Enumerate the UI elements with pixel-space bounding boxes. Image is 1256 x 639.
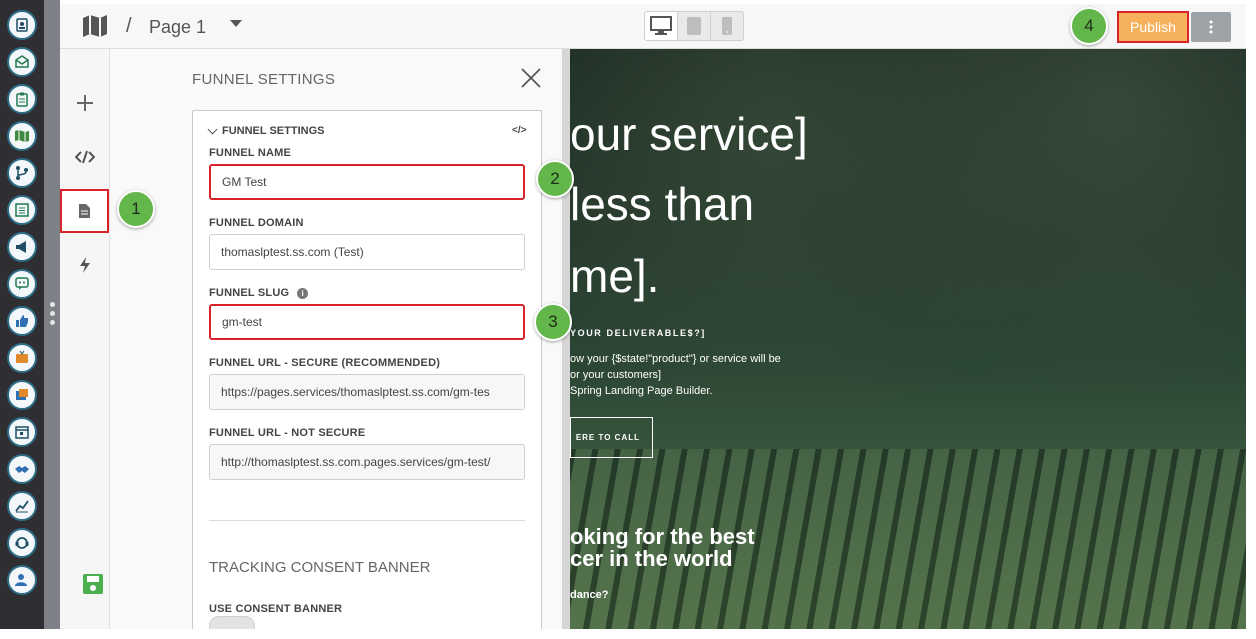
close-panel-button[interactable] (520, 67, 544, 91)
chat-icon[interactable] (7, 269, 37, 299)
user-settings-icon[interactable] (7, 565, 37, 595)
funnel-settings-button[interactable] (60, 189, 109, 233)
page-preview[interactable]: our service] less than me]. YOUR DELIVER… (562, 49, 1246, 629)
lightning-icon (80, 257, 90, 273)
hero-description-line: or your customers] (570, 369, 662, 381)
collapse-toggle[interactable]: FUNNEL SETTINGS (207, 124, 325, 137)
grip-dot (50, 320, 55, 325)
tablet-view-button[interactable] (678, 12, 711, 40)
consent-banner-label: USE CONSENT BANNER (209, 603, 343, 615)
save-icon (83, 574, 103, 594)
hero-heading-line: our service] (570, 108, 808, 160)
vertical-dots-icon (1209, 20, 1213, 34)
funnel-settings-panel: FUNNEL SETTINGS FUNNEL SETTINGS </> FUNN… (110, 49, 562, 629)
app-window: / Page 1 Publish FUNNEL SETTINGS FUNNEL … (0, 0, 1256, 639)
hero-description-line: Spring Landing Page Builder. (570, 385, 713, 397)
tracking-consent-title: TRACKING CONSENT BANNER (209, 559, 431, 576)
device-switcher (644, 11, 744, 41)
thumbs-up-icon[interactable] (7, 306, 37, 336)
breadcrumb-separator: / (126, 15, 132, 37)
section-text: dance? (570, 589, 609, 601)
clipboard-icon[interactable] (7, 84, 37, 114)
funnel-slug-label: FUNNEL SLUG (209, 287, 290, 299)
funnel-map-icon[interactable] (82, 14, 108, 43)
more-options-button[interactable] (1191, 12, 1231, 42)
hero-heading-line: me]. (570, 250, 660, 302)
insecure-url-label: FUNNEL URL - NOT SECURE (209, 427, 366, 439)
page-selector-label[interactable]: Page 1 (149, 17, 206, 38)
add-element-button[interactable] (73, 91, 97, 115)
callout-badge: 3 (534, 303, 572, 341)
handshake-icon[interactable] (7, 454, 37, 484)
save-button[interactable] (82, 573, 104, 600)
grip-dot (50, 302, 55, 307)
custom-code-button[interactable] (73, 145, 97, 169)
section-heading-line: cer in the world (570, 546, 733, 571)
chevron-down-icon (207, 124, 218, 134)
mobile-view-button[interactable] (711, 12, 743, 40)
secure-url-field[interactable]: https://pages.services/thomaslptest.ss.c… (209, 374, 525, 410)
tablet-icon (687, 17, 701, 35)
screenshot-margin (1246, 0, 1256, 639)
calendar-icon[interactable] (7, 417, 37, 447)
hero-description-line: ow your {$state!"product"} or service wi… (570, 353, 781, 365)
megaphone-icon[interactable] (7, 232, 37, 262)
funnel-settings-card: FUNNEL SETTINGS </> FUNNEL NAME GM Test … (192, 110, 542, 629)
panel-title: FUNNEL SETTINGS (192, 71, 336, 88)
callout-badge: 4 (1070, 7, 1108, 45)
hero-subheading: YOUR DELIVERABLE$?] (570, 328, 706, 338)
desktop-icon (650, 16, 672, 35)
callout-badge: 2 (536, 160, 574, 198)
preview-scrollbar[interactable] (562, 49, 570, 629)
map-icon[interactable] (7, 121, 37, 151)
chevron-down-icon[interactable] (230, 20, 242, 27)
email-icon[interactable] (7, 47, 37, 77)
tv-icon[interactable] (7, 343, 37, 373)
code-icon[interactable]: </> (512, 125, 526, 136)
panel-resize-handle[interactable] (44, 0, 60, 639)
funnel-domain-label: FUNNEL DOMAIN (209, 217, 304, 229)
call-button[interactable]: ERE TO CALL (570, 417, 653, 458)
mobile-icon (722, 17, 732, 35)
code-icon (75, 150, 95, 164)
group-title: FUNNEL SETTINGS (222, 125, 325, 137)
consent-banner-toggle[interactable] (209, 616, 255, 629)
editor-tool-strip (60, 49, 110, 629)
desktop-view-button[interactable] (645, 12, 678, 40)
grip-dot (50, 311, 55, 316)
app-rail (0, 0, 44, 639)
automations-button[interactable] (73, 253, 97, 277)
close-icon (521, 68, 541, 88)
contacts-icon[interactable] (7, 10, 37, 40)
callout-badge: 1 (117, 190, 155, 228)
gallery-icon[interactable] (7, 380, 37, 410)
chart-icon[interactable] (7, 491, 37, 521)
editor-toolbar: / Page 1 Publish (60, 4, 1246, 49)
funnel-domain-select[interactable]: thomaslptest.ss.com (Test) (209, 234, 525, 270)
document-icon (79, 204, 90, 218)
branch-icon[interactable] (7, 158, 37, 188)
funnel-slug-input[interactable]: gm-test (209, 304, 525, 340)
screenshot-margin (0, 629, 1256, 639)
funnel-slug-label-row: FUNNEL SLUG i (209, 287, 309, 299)
publish-button[interactable]: Publish (1117, 11, 1189, 43)
secure-url-label: FUNNEL URL - SECURE (RECOMMENDED) (209, 357, 441, 369)
info-icon[interactable]: i (297, 287, 309, 299)
funnel-name-label: FUNNEL NAME (209, 147, 292, 159)
list-icon[interactable] (7, 195, 37, 225)
section-divider (209, 520, 525, 521)
funnel-name-input[interactable]: GM Test (209, 164, 525, 200)
support-icon[interactable] (7, 528, 37, 558)
insecure-url-field[interactable]: http://thomaslptest.ss.com.pages.service… (209, 444, 525, 480)
plus-icon (77, 95, 93, 111)
hero-heading-line: less than (570, 178, 755, 230)
